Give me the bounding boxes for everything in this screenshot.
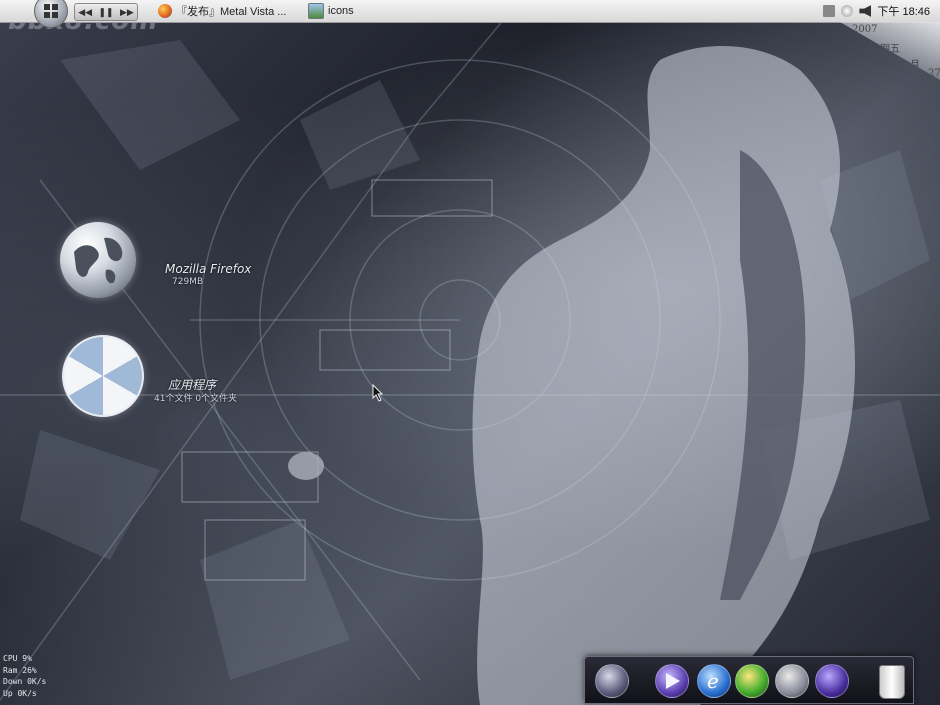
desktop-wallpaper: [0, 0, 940, 705]
folder-image-icon: [308, 3, 324, 19]
taskbar-item-label: 『发布』Metal Vista ...: [176, 6, 287, 18]
svg-text:e: e: [707, 669, 719, 693]
network-icon[interactable]: [841, 5, 854, 17]
mouse-pointer-icon: [372, 384, 384, 402]
taskbar-item-firefox[interactable]: 『发布』Metal Vista ...: [158, 2, 286, 20]
taskbar-item-icons[interactable]: icons: [308, 2, 354, 20]
cpu-usage: CPU 9%: [3, 654, 32, 663]
firefox-icon: [158, 4, 172, 18]
top-panel: ◀◀ ❚❚ ▶▶ 『发布』Metal Vista ... icons 下午 18…: [0, 0, 940, 28]
media-controls: ◀◀ ❚❚ ▶▶: [74, 3, 138, 21]
windows-logo-icon: [44, 4, 58, 18]
desktop-icon-label: Mozilla Firefox: [165, 262, 252, 276]
pidgin-icon[interactable]: [775, 664, 809, 698]
media-player-icon[interactable]: [595, 664, 629, 698]
previous-track-button[interactable]: ◀◀: [78, 7, 92, 18]
volume-icon[interactable]: [859, 5, 872, 17]
dock: e: [584, 656, 914, 704]
trash-icon[interactable]: [879, 665, 905, 699]
icq-flower-icon[interactable]: [735, 664, 769, 698]
system-monitor: CPU 9% Ram 26% Down 0K/s Up 0K/s: [3, 653, 46, 699]
ram-usage: Ram 26%: [3, 665, 37, 675]
download-speed: Down 0K/s: [3, 677, 47, 686]
internet-explorer-icon[interactable]: e: [697, 664, 731, 698]
desktop-icon-detail: 41个文件 0个文件夹: [154, 394, 238, 404]
taskbar-item-label: icons: [328, 5, 354, 17]
clock[interactable]: 下午 18:46: [877, 3, 930, 19]
desktop-icon-detail: 729MB: [172, 277, 204, 287]
upload-speed: Up 0K/s: [3, 688, 37, 698]
globe-icon: [60, 222, 136, 298]
next-track-button[interactable]: ▶▶: [120, 7, 134, 18]
pause-button[interactable]: ❚❚: [98, 7, 113, 18]
keyboard-icon[interactable]: [823, 5, 836, 17]
pac-arrow-icon[interactable]: [655, 664, 689, 698]
purple-orb-icon[interactable]: [815, 664, 849, 698]
system-tray: 下午 18:46: [823, 0, 940, 22]
application-icon: [62, 335, 144, 417]
